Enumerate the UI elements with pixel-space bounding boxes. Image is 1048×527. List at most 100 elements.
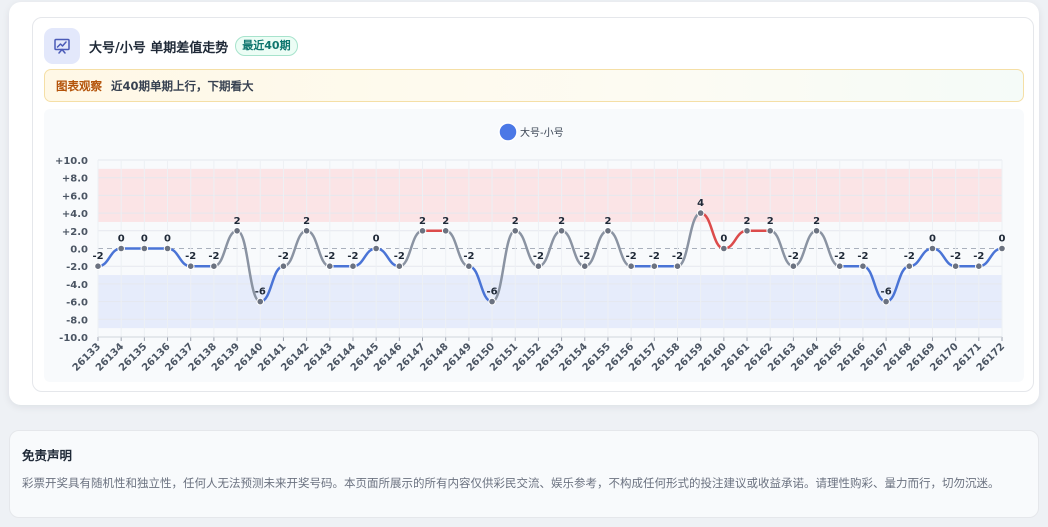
data-label: 2 bbox=[767, 216, 774, 227]
data-point bbox=[441, 227, 450, 235]
data-label: -6 bbox=[881, 287, 892, 298]
disclaimer-title: 免责声明 bbox=[22, 448, 73, 463]
data-label: -6 bbox=[486, 287, 497, 298]
data-point bbox=[210, 262, 218, 270]
data-label: 2 bbox=[303, 216, 310, 227]
y-tick-label: -2.0 bbox=[66, 262, 88, 273]
insight-tag: 图表观察 bbox=[56, 78, 102, 93]
data-point bbox=[998, 244, 1006, 253]
data-point bbox=[256, 297, 265, 306]
data-point bbox=[233, 227, 241, 235]
y-tick-label: +4.0 bbox=[62, 209, 88, 220]
data-label: -2 bbox=[394, 251, 405, 262]
disclaimer-panel: 免责声明 彩票开奖具有随机性和独立性，任何人无法预测未来开奖号码。本页面所展示的… bbox=[9, 430, 1039, 518]
disclaimer-text: 彩票开奖具有随机性和独立性，任何人无法预测未来开奖号码。本页面所展示的所有内容仅… bbox=[22, 476, 1000, 490]
data-point bbox=[302, 227, 311, 235]
insight-text: 近40期单期上行，下期看大 bbox=[111, 78, 254, 93]
data-label: -2 bbox=[672, 251, 683, 262]
data-point bbox=[859, 262, 867, 270]
data-point bbox=[163, 244, 172, 253]
data-point bbox=[186, 262, 195, 270]
y-tick-label: +2.0 bbox=[62, 227, 88, 238]
data-point bbox=[975, 262, 983, 270]
data-point bbox=[604, 227, 612, 235]
data-point bbox=[557, 227, 566, 235]
data-point bbox=[650, 262, 659, 270]
y-tick-label: -10.0 bbox=[59, 333, 88, 344]
y-tick-label: -6.0 bbox=[66, 298, 88, 309]
data-point bbox=[511, 227, 520, 235]
chart-area: +10.0 +8.0 +6.0 +4.0 +2.0 0.0 -2.0 -4.0 -6.0 -8.0… bbox=[44, 109, 1024, 382]
y-tick-label: -8.0 bbox=[66, 315, 88, 326]
data-label: -2 bbox=[185, 251, 196, 262]
data-point bbox=[488, 297, 496, 306]
data-label: 0 bbox=[164, 234, 171, 245]
data-label: -6 bbox=[255, 287, 266, 298]
period-badge: 最近40期 bbox=[235, 36, 298, 56]
chart-card: 大号/小号 单期差值走势 最近40期 图表观察 近40期单期上行，下期看大 +1… bbox=[32, 17, 1034, 392]
data-point bbox=[905, 262, 914, 270]
outer-card: 大号/小号 单期差值走势 最近40期 图表观察 近40期单期上行，下期看大 +1… bbox=[9, 2, 1039, 405]
y-tick-label: +10.0 bbox=[55, 156, 88, 167]
chart-presentation-icon bbox=[44, 28, 80, 64]
data-point bbox=[673, 262, 682, 270]
data-label: -2 bbox=[324, 251, 335, 262]
data-point bbox=[951, 262, 960, 270]
data-point bbox=[325, 262, 334, 270]
data-point bbox=[279, 262, 288, 270]
data-label: 0 bbox=[720, 234, 727, 245]
data-point bbox=[395, 262, 404, 270]
data-point bbox=[349, 262, 357, 270]
y-tick-label: +8.0 bbox=[62, 174, 88, 185]
data-label: 4 bbox=[697, 198, 704, 209]
data-label: 0 bbox=[999, 234, 1006, 245]
data-label: 2 bbox=[744, 216, 751, 227]
data-label: 0 bbox=[929, 234, 936, 245]
data-label: -2 bbox=[973, 251, 984, 262]
chart-title: 大号/小号 单期差值走势 bbox=[89, 40, 229, 56]
data-point bbox=[789, 262, 798, 270]
y-tick-label: 0.0 bbox=[70, 245, 88, 256]
data-point bbox=[117, 244, 125, 253]
data-label: -2 bbox=[950, 251, 961, 262]
data-label: 2 bbox=[558, 216, 565, 227]
data-label: 2 bbox=[813, 216, 820, 227]
data-point bbox=[696, 209, 705, 217]
y-tick-label: +6.0 bbox=[62, 191, 88, 202]
data-point bbox=[882, 297, 890, 306]
data-point bbox=[743, 227, 751, 235]
data-label: -2 bbox=[788, 251, 799, 262]
data-label: 2 bbox=[442, 216, 449, 227]
data-point bbox=[534, 262, 543, 270]
data-label: 2 bbox=[419, 216, 426, 227]
data-point bbox=[580, 262, 589, 270]
data-point bbox=[418, 227, 427, 235]
data-label: -2 bbox=[208, 251, 219, 262]
data-label: -2 bbox=[649, 251, 660, 262]
data-point bbox=[372, 244, 380, 253]
data-label: 2 bbox=[234, 216, 241, 227]
data-label: -2 bbox=[904, 251, 915, 262]
legend-label: 大号-小号 bbox=[520, 126, 564, 139]
data-label: -2 bbox=[626, 251, 637, 262]
data-point bbox=[465, 262, 473, 270]
data-label: -2 bbox=[834, 251, 845, 262]
data-point bbox=[812, 227, 821, 235]
y-tick-label: -4.0 bbox=[66, 280, 88, 291]
data-label: -2 bbox=[533, 251, 544, 262]
card-header: 大号/小号 单期差值走势 最近40期 bbox=[44, 28, 298, 64]
data-point bbox=[928, 244, 937, 253]
legend-marker bbox=[498, 122, 518, 142]
data-label: 2 bbox=[604, 216, 611, 227]
data-point bbox=[720, 244, 728, 253]
data-label: -2 bbox=[857, 251, 868, 262]
data-label: -2 bbox=[278, 251, 289, 262]
data-point bbox=[94, 262, 102, 270]
data-label: 2 bbox=[512, 216, 519, 227]
line-chart: +10.0 +8.0 +6.0 +4.0 +2.0 0.0 -2.0 -4.0 -6.0 -8.0… bbox=[55, 122, 1007, 374]
data-label: -2 bbox=[463, 251, 474, 262]
data-point bbox=[766, 227, 775, 235]
data-label: 0 bbox=[373, 234, 380, 245]
data-label: 0 bbox=[141, 234, 148, 245]
data-point bbox=[627, 262, 635, 270]
